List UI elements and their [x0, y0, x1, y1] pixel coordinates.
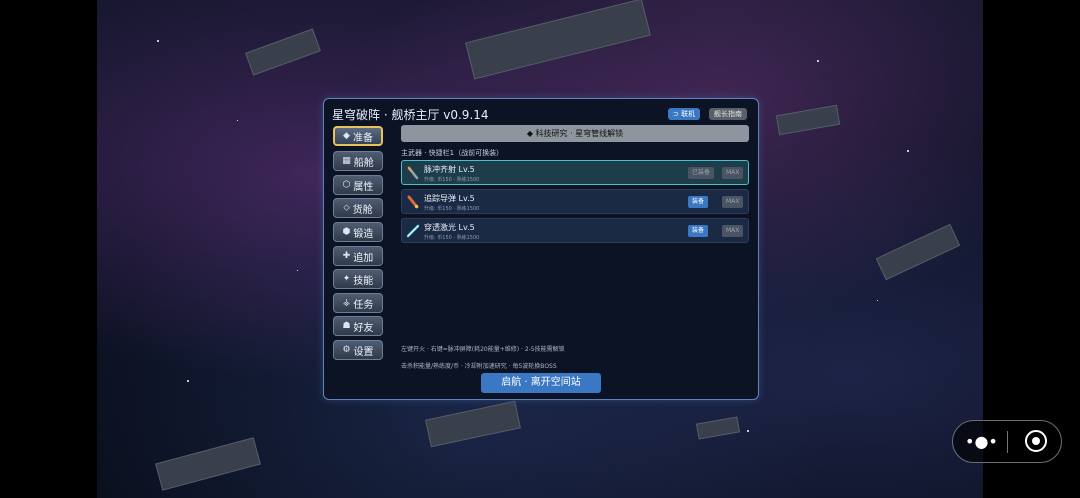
missile-icon	[407, 195, 419, 209]
sidebar-item-label: 设置	[353, 346, 374, 358]
max-button[interactable]: MAX	[722, 225, 744, 237]
weapon-upgrade-cost: 升级: 币150 · 熟练1500	[424, 235, 480, 241]
pulse-cannon-icon	[407, 166, 419, 180]
captain-guide-button[interactable]: 舰长指南	[709, 108, 747, 120]
mini-program-capsule: •●•	[952, 420, 1062, 463]
sidebar-item-label: 准备	[352, 132, 373, 144]
max-button[interactable]: MAX	[722, 196, 744, 208]
sidebar-item-label: 锻造	[353, 228, 374, 240]
sidebar-item-cabin[interactable]: ▦ 船舱	[333, 151, 383, 171]
plus-icon: ✚	[342, 251, 351, 261]
sidebar-item-label: 好友	[353, 322, 374, 334]
sidebar-item-attributes[interactable]: ⬡ 属性	[333, 175, 383, 195]
weapon-upgrade-cost: 升级: 币150 · 熟练1500	[424, 177, 480, 183]
page-title: 星穹破阵 · 舰桥主厅 v0.9.14	[332, 108, 489, 122]
capsule-divider	[1007, 431, 1008, 453]
diamond-icon: ◆	[343, 131, 350, 141]
section-label: 主武器 · 快捷栏1（战前可换装）	[401, 149, 504, 157]
more-menu-icon[interactable]: •●•	[965, 433, 998, 451]
tech-research-banner[interactable]: ◆ 科技研究 · 星穹管线解锁	[401, 125, 749, 142]
bridge-panel: 星穹破阵 · 舰桥主厅 v0.9.14 ⊃ 联机 舰长指南 ◆ 准备 ▦ 船舱 …	[323, 98, 759, 400]
sidebar-item-label: 任务	[353, 299, 374, 311]
gear-icon: ⚙	[342, 345, 351, 355]
cabin-icon: ▦	[342, 156, 351, 166]
weapon-upgrade-cost: 升级: 币150 · 熟练1500	[424, 206, 480, 212]
launch-button[interactable]: 启航 · 离开空间站	[481, 373, 601, 393]
laser-icon	[406, 224, 420, 238]
sidebar-item-friends[interactable]: ☗ 好友	[333, 316, 383, 336]
sidebar-item-settings[interactable]: ⚙ 设置	[333, 340, 383, 360]
weapon-row[interactable]: 追踪导弹 Lv.5 升级: 币150 · 熟练1500 装备 MAX	[401, 189, 749, 214]
cargo-icon: ⬦	[343, 203, 350, 213]
sidebar-item-label: 技能	[353, 275, 374, 287]
rewards-hint: 击杀积能量/熟练度/币 · 冷却附加速研究 · 每5波轮换BOSS	[401, 363, 557, 370]
equipped-button[interactable]: 已装备	[688, 167, 715, 179]
sidebar-item-cargo[interactable]: ⬦ 货舱	[333, 198, 383, 218]
weapon-row[interactable]: 脉冲齐射 Lv.5 升级: 币150 · 熟练1500 已装备 MAX	[401, 160, 749, 185]
sidebar-item-prepare[interactable]: ◆ 准备	[333, 126, 383, 146]
sidebar-item-append[interactable]: ✚ 追加	[333, 246, 383, 266]
weapon-row[interactable]: 穿透激光 Lv.5 升级: 币150 · 熟练1500 装备 MAX	[401, 218, 749, 243]
mission-icon: ⚶	[342, 298, 351, 308]
sidebar-item-label: 属性	[353, 181, 374, 193]
weapon-name: 脉冲齐射 Lv.5	[424, 165, 475, 174]
sidebar-item-missions[interactable]: ⚶ 任务	[333, 293, 383, 313]
controls-hint: 左键开火 · 右键=脉冲屏障(耗20能量+维修) · 2-5技能需解锁	[401, 346, 565, 353]
sidebar-item-label: 货舱	[352, 204, 373, 216]
sidebar-item-skills[interactable]: ✦ 技能	[333, 269, 383, 289]
equip-button[interactable]: 装备	[688, 196, 709, 208]
max-button[interactable]: MAX	[722, 167, 744, 179]
forge-icon: ⬢	[342, 227, 351, 237]
sidebar-item-forge[interactable]: ⬢ 锻造	[333, 222, 383, 242]
weapon-name: 追踪导弹 Lv.5	[424, 194, 475, 203]
equip-button[interactable]: 装备	[688, 225, 709, 237]
close-target-icon[interactable]	[1025, 430, 1047, 452]
weapon-name: 穿透激光 Lv.5	[424, 223, 475, 232]
attributes-icon: ⬡	[342, 180, 351, 190]
sidebar-item-label: 船舱	[353, 157, 374, 169]
friends-icon: ☗	[342, 321, 351, 331]
sparkle-icon: ✦	[342, 274, 351, 284]
multiplayer-button[interactable]: ⊃ 联机	[668, 108, 701, 120]
sidebar-item-label: 追加	[353, 252, 374, 264]
